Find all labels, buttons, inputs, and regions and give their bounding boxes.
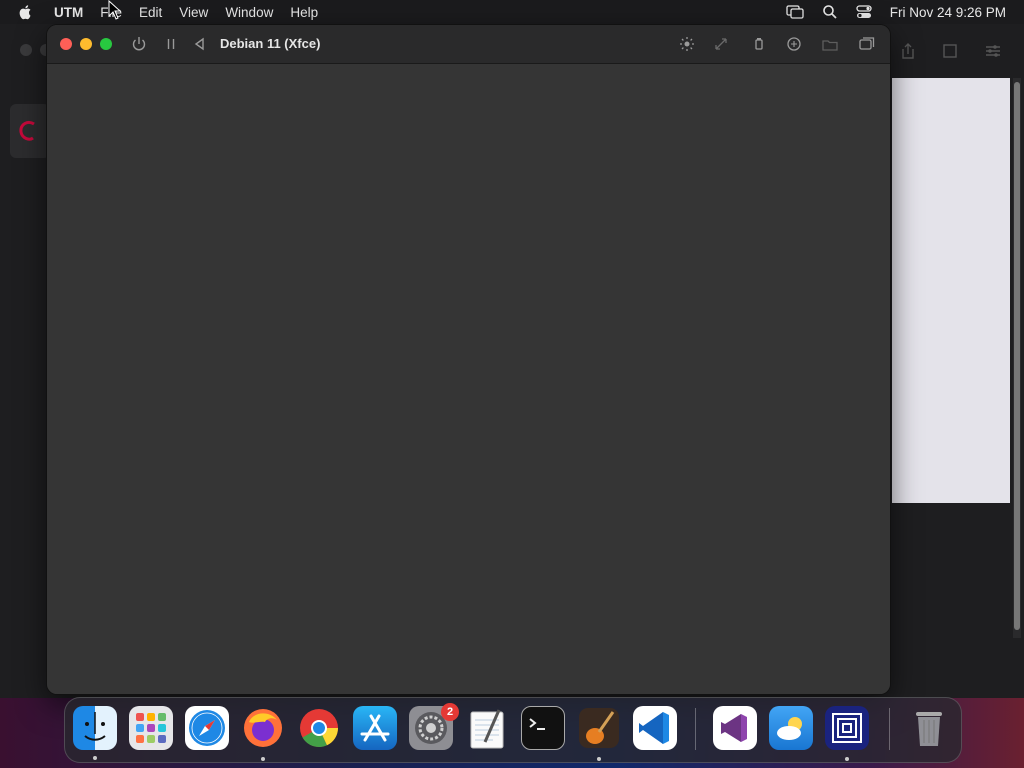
resize-icon[interactable]: [712, 35, 730, 53]
menu-view[interactable]: View: [179, 5, 208, 20]
terminal-icon[interactable]: [521, 706, 565, 750]
settings-sliders-icon[interactable]: [984, 42, 1002, 60]
minimize-button[interactable]: [80, 38, 92, 50]
dock: 2: [64, 697, 962, 763]
power-icon[interactable]: [130, 35, 148, 53]
firefox-icon[interactable]: [241, 706, 285, 750]
weather-icon[interactable]: [769, 706, 813, 750]
maximize-button[interactable]: [100, 38, 112, 50]
screen-mirroring-icon[interactable]: [786, 5, 804, 19]
shared-folder-icon[interactable]: [785, 35, 803, 53]
mouse-cursor-icon: [108, 0, 122, 20]
trash-icon[interactable]: [907, 706, 951, 750]
vm-list-item-debian[interactable]: [10, 104, 50, 158]
launchpad-icon[interactable]: [129, 706, 173, 750]
notification-badge: 2: [441, 703, 459, 721]
chrome-icon[interactable]: [297, 706, 341, 750]
vm-display-window: Debian 11 (Xfce): [47, 25, 890, 694]
menu-window[interactable]: Window: [225, 5, 273, 20]
vscode-icon[interactable]: [633, 706, 677, 750]
vm-window-title: Debian 11 (Xfce): [220, 36, 321, 51]
cd-drive-icon[interactable]: [821, 35, 839, 53]
back-icon[interactable]: [191, 35, 209, 53]
menu-edit[interactable]: Edit: [139, 5, 162, 20]
windows-icon[interactable]: [858, 35, 876, 53]
pause-icon[interactable]: [162, 35, 180, 53]
vm-details-pane: [892, 78, 1010, 503]
menu-bar: UTM File Edit View Window Help Fri Nov 2…: [0, 0, 1024, 24]
dock-separator: [695, 708, 696, 750]
apple-icon: [19, 5, 31, 20]
scrollbar-thumb[interactable]: [1014, 82, 1020, 630]
visual-studio-icon[interactable]: [713, 706, 757, 750]
running-indicator: [845, 757, 849, 761]
safari-icon[interactable]: [185, 706, 229, 750]
stop-icon[interactable]: [941, 42, 959, 60]
garageband-icon[interactable]: [577, 706, 621, 750]
menu-clock[interactable]: Fri Nov 24 9:26 PM: [890, 5, 1006, 20]
running-indicator: [93, 756, 97, 760]
vm-title-bar[interactable]: Debian 11 (Xfce): [47, 25, 890, 64]
control-center-icon[interactable]: [856, 4, 872, 20]
textedit-icon[interactable]: [465, 706, 509, 750]
usb-icon[interactable]: [750, 35, 768, 53]
system-settings-icon[interactable]: 2: [409, 703, 459, 750]
vm-screen[interactable]: [47, 64, 890, 694]
close-button[interactable]: [60, 38, 72, 50]
apple-menu[interactable]: [18, 4, 38, 20]
running-indicator: [597, 757, 601, 761]
utm-icon[interactable]: [825, 706, 869, 750]
menu-help[interactable]: Help: [290, 5, 318, 20]
spotlight-search-icon[interactable]: [822, 4, 838, 20]
dock-separator: [889, 708, 890, 750]
display-brightness-icon[interactable]: [678, 35, 696, 53]
finder-icon[interactable]: [73, 706, 117, 750]
running-indicator: [261, 757, 265, 761]
debian-logo-icon: [19, 120, 35, 141]
app-store-icon[interactable]: [353, 706, 397, 750]
share-icon[interactable]: [899, 42, 917, 60]
bg-close-button[interactable]: [20, 44, 32, 56]
menu-app-name[interactable]: UTM: [54, 5, 83, 20]
